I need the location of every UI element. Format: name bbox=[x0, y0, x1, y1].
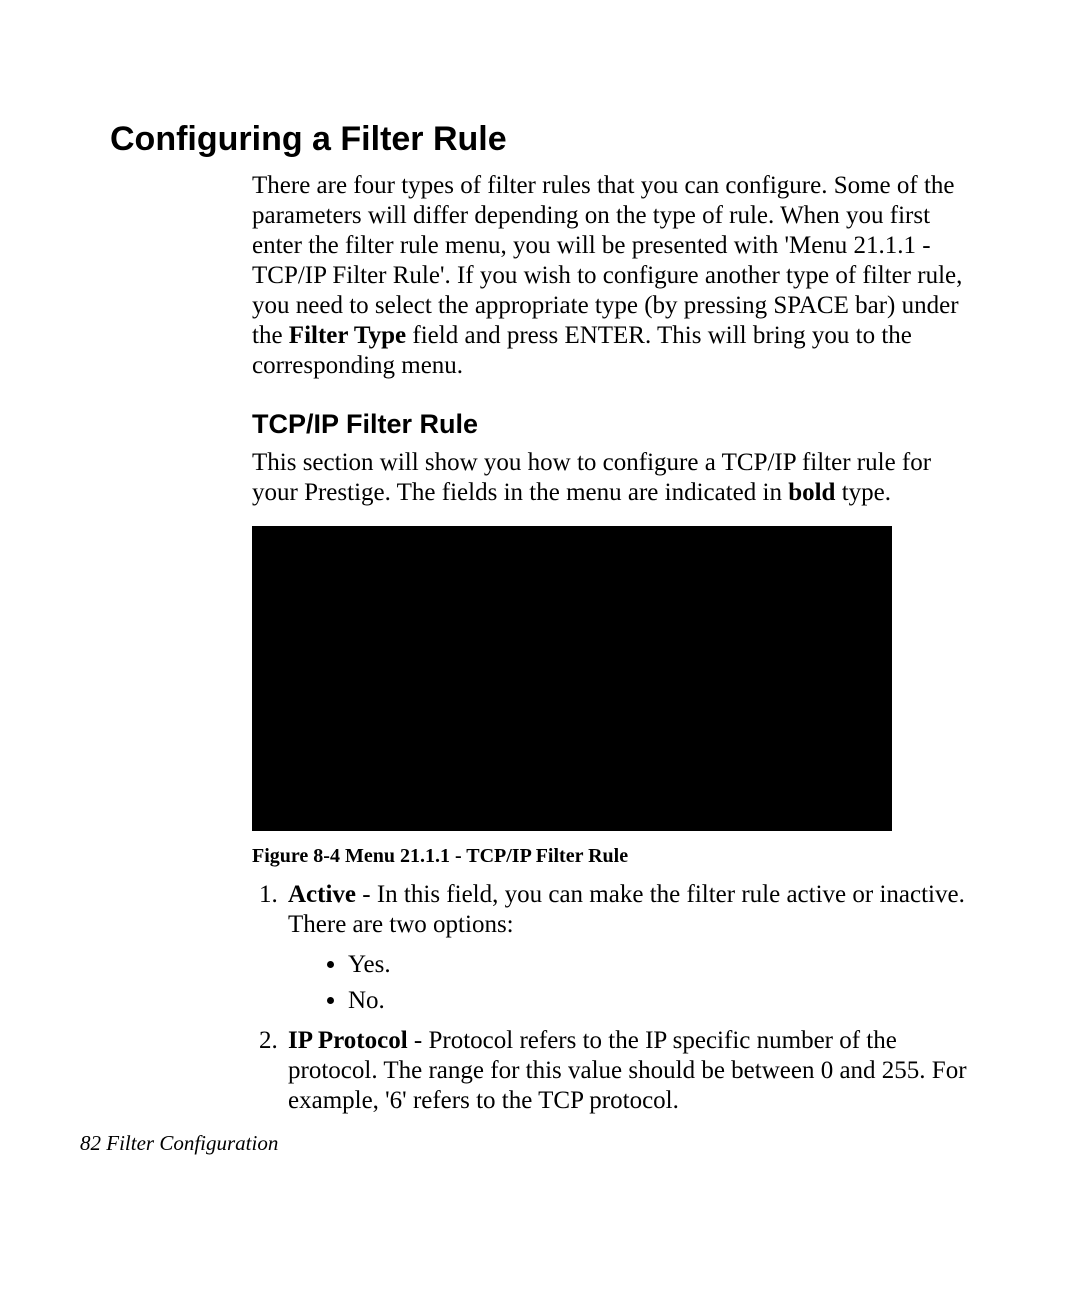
section-heading: Configuring a Filter Rule bbox=[110, 120, 970, 159]
page-footer: 82 Filter Configuration bbox=[80, 1131, 278, 1156]
subsection-intro: This section will show you how to config… bbox=[252, 448, 970, 508]
subintro-text-2: type. bbox=[835, 479, 891, 506]
list-item: IP Protocol - Protocol refers to the IP … bbox=[284, 1026, 970, 1116]
bullet-item: Yes. bbox=[348, 950, 970, 980]
bullet-list: Yes. No. bbox=[288, 950, 970, 1016]
figure-caption: Figure 8-4 Menu 21.1.1 - TCP/IP Filter R… bbox=[252, 845, 970, 868]
document-page: Configuring a Filter Rule There are four… bbox=[0, 0, 1080, 1311]
body-content: There are four types of filter rules tha… bbox=[252, 171, 970, 1116]
subsection-heading: TCP/IP Filter Rule bbox=[252, 409, 970, 440]
subintro-bold-1: bold bbox=[788, 479, 835, 506]
list-item-label: Active bbox=[288, 881, 356, 908]
footer-title: Filter Configuration bbox=[101, 1131, 278, 1155]
list-item: Active - In this field, you can make the… bbox=[284, 880, 970, 1016]
list-item-label: IP Protocol bbox=[288, 1027, 408, 1054]
intro-bold-1: Filter Type bbox=[289, 322, 406, 349]
numbered-list: Active - In this field, you can make the… bbox=[252, 880, 970, 1116]
page-number: 82 bbox=[80, 1131, 101, 1155]
bullet-item: No. bbox=[348, 986, 970, 1016]
figure-image bbox=[252, 526, 892, 831]
intro-paragraph: There are four types of filter rules tha… bbox=[252, 171, 970, 381]
list-item-text: - In this field, you can make the filter… bbox=[288, 881, 965, 938]
